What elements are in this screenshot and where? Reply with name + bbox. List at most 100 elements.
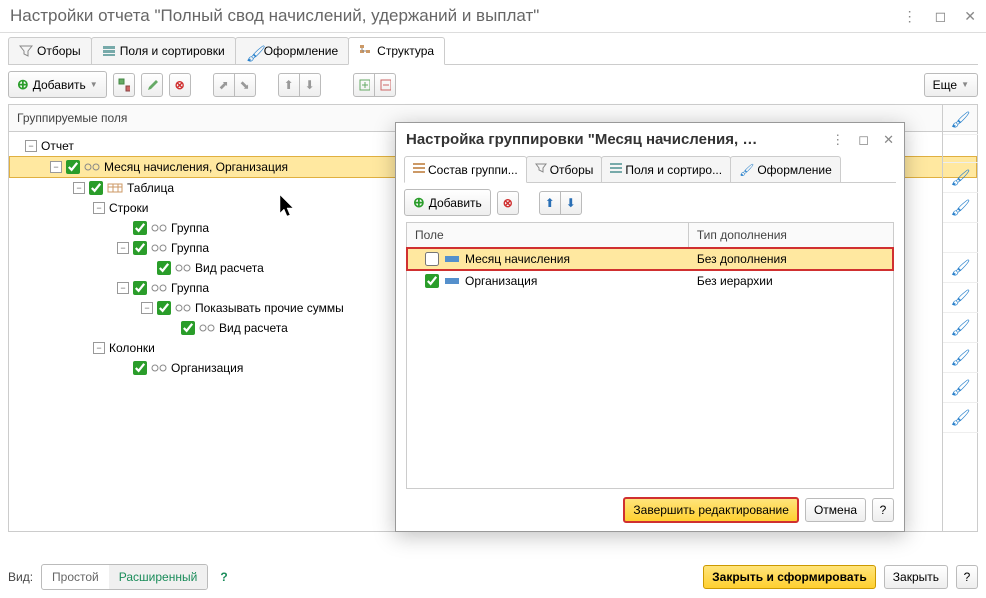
help-link[interactable]: ?: [220, 570, 227, 584]
popup-add-button[interactable]: ⊕Добавить: [404, 189, 491, 216]
node-checkbox[interactable]: [157, 301, 171, 315]
popup-tab-format[interactable]: 🖌Оформление: [730, 156, 841, 182]
node-checkbox[interactable]: [133, 221, 147, 235]
group-button[interactable]: [113, 73, 135, 97]
collapse-icon[interactable]: −: [73, 182, 85, 194]
brush-icon: 🖌: [950, 348, 970, 368]
node-label: Колонки: [109, 341, 155, 355]
node-checkbox[interactable]: [133, 361, 147, 375]
group-icon: [199, 323, 215, 333]
cancel-button[interactable]: Отмена: [805, 498, 866, 522]
close-icon[interactable]: ✕: [964, 8, 976, 25]
menu-dots-icon[interactable]: ⋮: [831, 132, 844, 148]
group-icon: [151, 363, 167, 373]
delete-button[interactable]: ⊗: [169, 73, 191, 97]
tab-label: Структура: [377, 44, 434, 58]
menu-dots-icon[interactable]: ⋮: [903, 8, 917, 25]
add-button[interactable]: ⊕ Добавить ▼: [8, 71, 107, 98]
close-icon[interactable]: ✕: [883, 132, 894, 148]
tab-filters[interactable]: Отборы: [8, 37, 92, 64]
tab-structure[interactable]: Структура: [348, 37, 445, 65]
popup-move-down-button[interactable]: ⬇: [560, 191, 582, 215]
maximize-icon[interactable]: ◻: [935, 8, 947, 25]
brush-icon: 🖌: [950, 258, 970, 278]
popup-tab-filters[interactable]: Отборы: [526, 156, 603, 182]
row-checkbox[interactable]: [425, 274, 439, 288]
group-icon: [84, 162, 100, 172]
edit-button[interactable]: [141, 73, 163, 97]
more-button[interactable]: Еще ▼: [924, 73, 978, 97]
help-button[interactable]: ?: [956, 565, 978, 589]
move-right-button[interactable]: ⬊: [234, 73, 256, 97]
collapse-icon[interactable]: −: [117, 242, 129, 254]
group-icon: [151, 283, 167, 293]
field-name: Месяц начисления: [465, 252, 570, 266]
tab-format[interactable]: 🖌 Оформление: [235, 37, 349, 64]
tab-label: Состав группи...: [428, 163, 518, 177]
brush-cell[interactable]: 🖌: [943, 163, 978, 193]
move-left-button[interactable]: ⬈: [213, 73, 235, 97]
brush-cell[interactable]: 🖌: [943, 283, 978, 313]
help-button[interactable]: ?: [872, 498, 894, 522]
brush-cell[interactable]: 🖌: [943, 403, 978, 433]
table-row[interactable]: Месяц начисления Без дополнения: [407, 248, 893, 270]
brush-cell[interactable]: 🖌: [943, 193, 978, 223]
dropdown-icon: ▼: [961, 80, 969, 89]
move-up-button[interactable]: ⬆: [278, 73, 300, 97]
view-simple[interactable]: Простой: [42, 565, 109, 589]
collapse-icon[interactable]: −: [93, 342, 105, 354]
node-label: Таблица: [127, 181, 174, 195]
brush-cell[interactable]: [943, 223, 978, 253]
btn-label: Закрыть и сформировать: [712, 570, 867, 584]
add-label: Добавить: [429, 196, 482, 210]
popup-tab-fields[interactable]: Поля и сортиро...: [601, 156, 731, 182]
collapse-icon[interactable]: −: [25, 140, 37, 152]
maximize-icon[interactable]: ◻: [858, 132, 869, 148]
main-toolbar: ⊕ Добавить ▼ ⊗ ⬈ ⬊ ⬆ ⬇ Еще ▼: [0, 65, 986, 104]
popup-tabs: Состав группи... Отборы Поля и сортиро..…: [404, 156, 896, 183]
popup-move-up-button[interactable]: ⬆: [539, 191, 561, 215]
close-button[interactable]: Закрыть: [884, 565, 948, 589]
window-header: Настройки отчета "Полный свод начислений…: [0, 0, 986, 33]
tab-fields[interactable]: Поля и сортировки: [91, 37, 236, 64]
brush-cell[interactable]: 🖌: [943, 373, 978, 403]
close-and-build-button[interactable]: Закрыть и сформировать: [703, 565, 876, 589]
node-checkbox[interactable]: [133, 281, 147, 295]
popup-title: Настройка группировки "Месяц начисления,…: [406, 131, 831, 148]
node-checkbox[interactable]: [66, 160, 80, 174]
group-icon: [151, 243, 167, 253]
group-icon: [175, 263, 191, 273]
collapse-icon[interactable]: −: [117, 282, 129, 294]
row-checkbox[interactable]: [425, 252, 439, 266]
collapse-all-button[interactable]: [374, 73, 396, 97]
expand-all-button[interactable]: [353, 73, 375, 97]
table-icon: [107, 183, 123, 193]
brush-cell[interactable]: 🖌: [943, 313, 978, 343]
table-row[interactable]: Организация Без иерархии: [407, 270, 893, 292]
popup-tab-composition[interactable]: Состав группи...: [404, 156, 527, 183]
node-label: Строки: [109, 201, 148, 215]
node-checkbox[interactable]: [181, 321, 195, 335]
move-down-button[interactable]: ⬇: [299, 73, 321, 97]
collapse-icon[interactable]: −: [141, 302, 153, 314]
popup-controls: ⋮ ◻ ✕: [831, 132, 894, 148]
node-checkbox[interactable]: [157, 261, 171, 275]
node-checkbox[interactable]: [89, 181, 103, 195]
popup-delete-button[interactable]: ⊗: [497, 191, 519, 215]
window-title: Настройки отчета "Полный свод начислений…: [10, 6, 903, 26]
tab-label: Поля и сортировки: [120, 44, 225, 58]
brush-cell[interactable]: 🖌: [943, 253, 978, 283]
collapse-icon[interactable]: −: [93, 202, 105, 214]
brush-cell[interactable]: 🖌: [943, 343, 978, 373]
node-checkbox[interactable]: [133, 241, 147, 255]
arrow-up-icon: ⬆: [284, 78, 294, 92]
popup-toolbar: ⊕Добавить ⊗ ⬆ ⬇: [396, 183, 904, 222]
finish-editing-button[interactable]: Завершить редактирование: [623, 497, 799, 523]
fields-icon: [102, 44, 116, 58]
brush-cell[interactable]: 🖌: [943, 105, 978, 135]
view-advanced[interactable]: Расширенный: [109, 565, 208, 589]
brush-icon: 🖌: [246, 44, 260, 58]
brush-cell[interactable]: [943, 135, 978, 163]
collapse-icon[interactable]: −: [50, 161, 62, 173]
tab-label: Отборы: [550, 163, 594, 177]
